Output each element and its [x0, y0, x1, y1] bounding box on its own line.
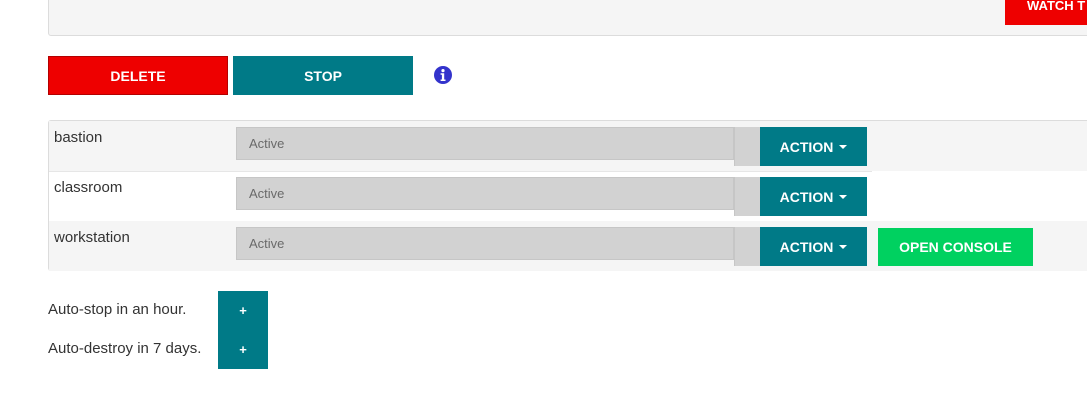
status-addon	[734, 227, 760, 266]
machines-table: bastion Active ACTION classroom Active A…	[48, 120, 1087, 271]
watch-button[interactable]: WATCH T	[1005, 0, 1087, 25]
status-field: Active	[236, 227, 734, 260]
extend-stop-button[interactable]: +	[218, 291, 268, 330]
action-label: ACTION	[779, 188, 834, 205]
extend-destroy-button[interactable]: +	[218, 330, 268, 369]
stop-button[interactable]: STOP	[233, 56, 413, 95]
status-addon	[734, 127, 760, 166]
action-label: ACTION	[779, 138, 834, 155]
auto-destroy-text: Auto-destroy in 7 days.	[48, 340, 202, 357]
caret-down-icon	[839, 244, 848, 249]
status-field: Active	[236, 177, 734, 210]
table-row: classroom Active ACTION	[49, 171, 1087, 221]
table-row: workstation Active ACTION OPEN CONSOLE	[49, 221, 1087, 271]
open-console-button[interactable]: OPEN CONSOLE	[878, 228, 1033, 266]
info-circle-icon[interactable]	[434, 66, 452, 84]
auto-stop-text: Auto-stop in an hour.	[48, 301, 187, 318]
action-label: ACTION	[779, 238, 834, 255]
action-button[interactable]: ACTION	[760, 177, 867, 216]
watch-button-label: WATCH T	[1027, 0, 1086, 13]
delete-button[interactable]: DELETE	[48, 56, 228, 95]
caret-down-icon	[839, 194, 848, 199]
caret-down-icon	[839, 144, 848, 149]
machine-name: workstation	[54, 229, 130, 246]
status-addon	[734, 177, 760, 216]
top-panel	[48, 0, 1087, 36]
machine-name: classroom	[54, 179, 123, 196]
status-field: Active	[236, 127, 734, 160]
machine-name: bastion	[54, 129, 103, 146]
action-button[interactable]: ACTION	[760, 227, 867, 266]
table-row: bastion Active ACTION	[49, 121, 1087, 171]
action-button[interactable]: ACTION	[760, 127, 867, 166]
